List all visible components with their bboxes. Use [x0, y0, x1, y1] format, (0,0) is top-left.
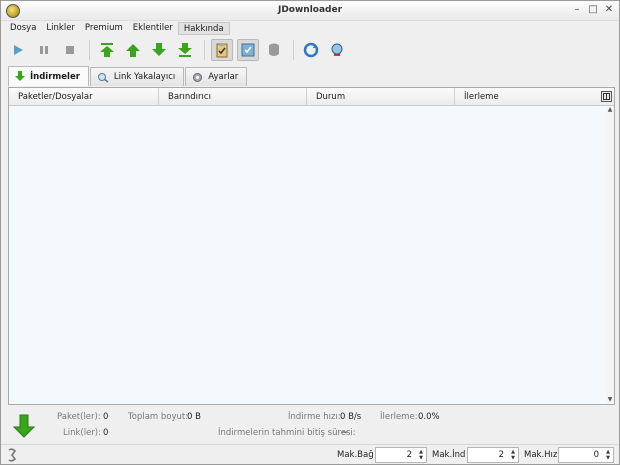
move-top-button[interactable]	[96, 39, 118, 61]
auto-reconnect-button[interactable]	[237, 39, 259, 61]
bottom-bar: Mak.Bağ 2 ▲ ▼ Mak.İnd 2 ▲ ▼ Mak.Hız 0 ▲ ▼	[1, 444, 619, 464]
maximize-button[interactable]: □	[587, 4, 599, 16]
menu-linkler[interactable]: Linkler	[41, 22, 80, 35]
play-button[interactable]	[7, 39, 29, 61]
download-speed-value: 0 B/s	[340, 412, 362, 422]
reconnect-icon	[331, 43, 343, 56]
eta-label: İndirmelerin tahmini bitiş süresi:	[218, 428, 356, 438]
connection-status-icon[interactable]	[6, 448, 18, 462]
menu-bar: Dosya Linkler Premium Eklentiler Hakkınd…	[1, 21, 619, 36]
max-connections-value[interactable]: 2	[376, 450, 416, 460]
pause-button[interactable]	[33, 39, 55, 61]
download-status-info: Paket(ler): 0 Link(ler): 0 Toplam boyut:…	[1, 407, 619, 443]
pause-icon	[40, 46, 48, 54]
title-bar[interactable]: JDownloader – □ ✕	[1, 1, 619, 21]
menu-hakkinda[interactable]: Hakkında	[177, 22, 230, 35]
table-header: Paketler/Dosyalar Barındırıcı Durum İler…	[9, 88, 614, 106]
column-config-button[interactable]	[601, 91, 612, 102]
move-up-button[interactable]	[122, 39, 144, 61]
column-config-icon	[603, 93, 610, 100]
tab-downloads-label: İndirmeler	[30, 71, 80, 82]
toolbar-separator	[204, 40, 205, 60]
packages-label: Paket(ler):	[57, 412, 101, 422]
total-size-label: Toplam boyut:	[128, 412, 189, 422]
max-speed-value[interactable]: 0	[559, 450, 603, 460]
update-icon	[303, 42, 319, 58]
move-down-icon	[152, 43, 166, 56]
scroll-down-arrow-icon[interactable]: ▼	[606, 396, 614, 404]
move-down-button[interactable]	[148, 39, 170, 61]
column-header-host[interactable]: Barındırıcı	[159, 88, 307, 106]
play-icon	[14, 45, 23, 55]
menu-dosya[interactable]: Dosya	[5, 22, 41, 35]
spinner-down-icon[interactable]: ▼	[511, 455, 515, 461]
tab-settings[interactable]: Ayarlar	[185, 67, 248, 86]
links-label: Link(ler):	[63, 428, 101, 438]
download-speed-label: İndirme hızı:	[288, 412, 341, 422]
column-header-packages[interactable]: Paketler/Dosyalar	[9, 88, 159, 106]
vertical-scrollbar[interactable]: ▲ ▼	[606, 106, 614, 404]
app-window: JDownloader – □ ✕ Dosya Linkler Premium …	[0, 0, 620, 465]
tab-downloads[interactable]: İndirmeler	[8, 66, 89, 86]
move-bottom-icon	[178, 43, 192, 57]
window-title: JDownloader	[277, 5, 343, 15]
tab-link-grabber[interactable]: Link Yakalayıcı	[89, 67, 185, 86]
minimize-button[interactable]: –	[571, 4, 583, 16]
max-connections-spinner[interactable]: 2 ▲ ▼	[375, 447, 427, 463]
premium-disabled-icon	[269, 43, 279, 56]
total-size-value: 0 B	[187, 412, 201, 422]
spinner-down-icon[interactable]: ▼	[419, 455, 423, 461]
max-speed-label: Mak.Hız	[524, 450, 558, 460]
premium-toggle-button[interactable]	[263, 39, 285, 61]
download-arrow-icon	[13, 414, 35, 438]
stop-button[interactable]	[59, 39, 81, 61]
link-grabber-icon	[97, 72, 109, 83]
max-downloads-spinner[interactable]: 2 ▲ ▼	[467, 447, 519, 463]
menu-premium[interactable]: Premium	[80, 22, 128, 35]
downloads-table-body[interactable]	[9, 106, 606, 404]
tab-settings-label: Ayarlar	[208, 72, 239, 82]
download-arrow-icon	[15, 71, 25, 81]
auto-reconnect-icon	[241, 43, 255, 57]
toolbar	[1, 36, 619, 64]
packages-value: 0	[103, 412, 109, 422]
clipboard-observer-button[interactable]	[211, 39, 233, 61]
downloads-panel: Paketler/Dosyalar Barındırıcı Durum İler…	[8, 87, 615, 405]
max-downloads-value[interactable]: 2	[468, 450, 508, 460]
max-downloads-label: Mak.İnd	[432, 450, 466, 460]
settings-gear-icon	[193, 72, 203, 82]
links-value: 0	[103, 428, 109, 438]
progress-label: İlerleme:	[380, 412, 418, 422]
reconnect-button[interactable]	[326, 39, 348, 61]
max-speed-spinner[interactable]: 0 ▲ ▼	[558, 447, 614, 463]
clipboard-observer-icon	[216, 43, 228, 58]
move-up-icon	[126, 44, 140, 57]
progress-value: 0.0%	[418, 412, 440, 422]
spinner-down-icon[interactable]: ▼	[606, 455, 610, 461]
eta-value: ~	[341, 428, 349, 438]
main-tabs: İndirmeler Link Yakalayıcı Ayarlar	[8, 66, 248, 87]
scroll-up-arrow-icon[interactable]: ▲	[606, 106, 614, 114]
move-bottom-button[interactable]	[174, 39, 196, 61]
menu-eklentiler[interactable]: Eklentiler	[128, 22, 178, 35]
toolbar-separator	[89, 40, 90, 60]
update-button[interactable]	[300, 39, 322, 61]
tab-link-grabber-label: Link Yakalayıcı	[113, 72, 176, 82]
toolbar-separator	[293, 40, 294, 60]
max-connections-label: Mak.Bağ	[337, 450, 374, 460]
move-top-icon	[100, 43, 114, 57]
column-header-progress[interactable]: İlerleme	[455, 88, 600, 106]
column-header-status[interactable]: Durum	[307, 88, 455, 106]
stop-icon	[66, 46, 74, 54]
close-button[interactable]: ✕	[603, 4, 615, 16]
